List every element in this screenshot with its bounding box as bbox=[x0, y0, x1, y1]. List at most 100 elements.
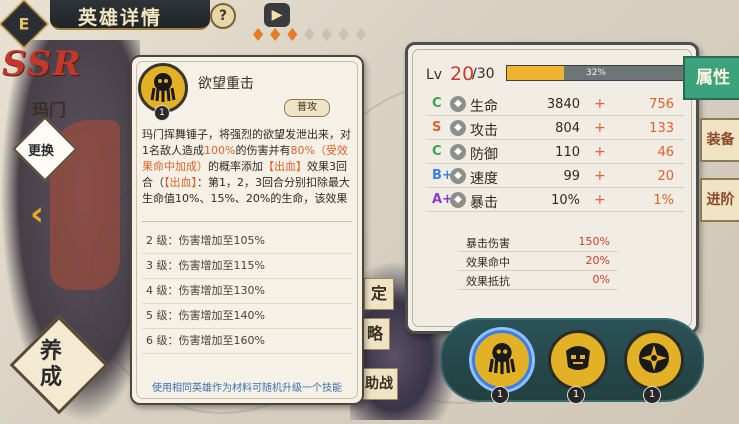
skill-desc-part: 的概率添加 bbox=[208, 160, 263, 173]
level-current: 20 bbox=[450, 63, 475, 85]
mask-skill-icon[interactable] bbox=[548, 330, 608, 390]
stat-name: 防御 bbox=[470, 147, 498, 163]
sub-stat-value: 20% bbox=[585, 254, 610, 267]
tab-equipment[interactable]: 装备 bbox=[700, 118, 739, 162]
skill-desc-part: 【出血】 bbox=[164, 176, 197, 189]
skill-level-badge: 1 bbox=[567, 386, 585, 404]
flame-star-icon: ♦ bbox=[250, 25, 267, 46]
octopus-skill-icon[interactable] bbox=[472, 330, 532, 390]
sub-stat-row: 效果命中 20% bbox=[458, 252, 618, 271]
level-label: Lv bbox=[426, 67, 443, 83]
skill-desc-part: 的伤害并有 bbox=[235, 144, 291, 157]
skill-detail-card: 1 欲望重击 普攻 玛门挥舞锤子，将强烈的欲望发泄出来，对1名敌人造成100%的… bbox=[130, 55, 364, 405]
skill-level-badge: 1 bbox=[154, 105, 170, 121]
stat-grade: C bbox=[432, 144, 442, 159]
sub-stat-name: 效果抵抗 bbox=[466, 275, 510, 288]
stat-row: C ◆ 生命 3840 +756 bbox=[426, 95, 684, 116]
sub-stat-value: 0% bbox=[592, 273, 610, 286]
stat-row: B+ ◆ 速度 99 +20 bbox=[426, 167, 684, 188]
stat-bonus: 133 bbox=[649, 121, 674, 136]
skill-level-badge: 1 bbox=[491, 386, 509, 404]
cross-skill-icon[interactable] bbox=[624, 330, 684, 390]
shield-icon: ◆ bbox=[450, 144, 466, 160]
top-bar: E 英雄详情 ? ▶ ♦♦♦♦♦♦♦ bbox=[0, 0, 739, 49]
stat-name: 生命 bbox=[470, 99, 498, 115]
skill-strip: 1 1 1 bbox=[440, 318, 704, 404]
skill-desc-part: 100% bbox=[204, 144, 236, 157]
skill-desc-part: 【出血】 bbox=[263, 160, 307, 173]
tab-advance[interactable]: 进阶 bbox=[700, 178, 739, 222]
stat-value: 804 bbox=[555, 121, 580, 136]
crit-icon: ◆ bbox=[450, 192, 466, 208]
side-tab-fix[interactable]: 定 bbox=[364, 278, 394, 310]
stat-row: C ◆ 防御 110 +46 bbox=[426, 143, 684, 164]
upgrade-item: 6 级：伤害增加至160% bbox=[142, 329, 352, 354]
upgrade-item: 2 级：伤害增加至105% bbox=[142, 229, 352, 254]
voice-play-button[interactable]: ▶ bbox=[264, 3, 290, 27]
upgrade-item: 3 级：伤害增加至115% bbox=[142, 254, 352, 279]
side-tab-strategy[interactable]: 略 bbox=[360, 318, 390, 350]
stat-grade: A+ bbox=[432, 192, 453, 207]
flame-star-icon: ♦ bbox=[284, 25, 301, 46]
stat-name: 暴击 bbox=[470, 195, 498, 211]
skill-level-badge: 1 bbox=[643, 386, 661, 404]
stat-value: 110 bbox=[555, 145, 580, 160]
stat-grade: C bbox=[432, 96, 442, 111]
sub-stat-row: 效果抵抗 0% bbox=[458, 271, 618, 290]
stat-bonus: 20 bbox=[657, 169, 674, 184]
stat-name: 速度 bbox=[470, 171, 498, 187]
stat-value: 10% bbox=[551, 193, 580, 208]
hero-name: 玛门 bbox=[32, 101, 66, 121]
sword-icon: ◆ bbox=[450, 120, 466, 136]
skill-description: 玛门挥舞锤子，将强烈的欲望发泄出来，对1名敌人造成100%的伤害并有80%（受效… bbox=[142, 127, 354, 207]
stat-value: 99 bbox=[563, 169, 580, 184]
stat-plus: + bbox=[594, 120, 606, 136]
stat-bonus: 756 bbox=[649, 97, 674, 112]
flame-star-icon: ♦ bbox=[335, 25, 352, 46]
help-button[interactable]: ? bbox=[210, 3, 236, 29]
stat-grade: B+ bbox=[432, 168, 453, 183]
divider bbox=[142, 221, 352, 222]
upgrade-item: 5 级：伤害增加至140% bbox=[142, 304, 352, 329]
tab-attributes[interactable]: 属性 bbox=[683, 56, 739, 100]
change-hero-label[interactable]: 更换 bbox=[28, 140, 54, 159]
stat-plus: + bbox=[594, 192, 606, 208]
stat-bonus: 1% bbox=[653, 193, 674, 208]
stat-row: A+ ◆ 暴击 10% +1% bbox=[426, 191, 684, 212]
sub-stats: 暴击伤害 150% 效果命中 20% 效果抵抗 0% bbox=[458, 229, 648, 293]
stat-row: S ◆ 攻击 804 +133 bbox=[426, 119, 684, 140]
stat-bonus: 46 bbox=[657, 145, 674, 160]
skill-name: 欲望重击 bbox=[198, 76, 254, 92]
stat-plus: + bbox=[594, 96, 606, 112]
sub-stat-value: 150% bbox=[578, 235, 610, 248]
back-icon: E bbox=[18, 14, 30, 34]
xp-bar: 32% bbox=[506, 65, 686, 81]
prev-hero-arrow-icon[interactable]: ‹ bbox=[30, 196, 52, 232]
xp-percent: 32% bbox=[585, 68, 606, 78]
rarity-badge: SSR bbox=[2, 44, 82, 84]
sub-stat-row: 暴击伤害 150% bbox=[458, 233, 618, 252]
upgrade-list: 2 级：伤害增加至105% 3 级：伤害增加至115% 4 级：伤害增加至130… bbox=[142, 229, 352, 354]
train-label[interactable]: 养成 bbox=[40, 338, 80, 390]
skill-type-tag: 普攻 bbox=[284, 99, 330, 117]
heart-icon: ◆ bbox=[450, 96, 466, 112]
stat-plus: + bbox=[594, 144, 606, 160]
star-rating: ♦♦♦♦♦♦♦ bbox=[250, 25, 370, 49]
stat-name: 攻击 bbox=[470, 123, 498, 139]
stat-value: 3840 bbox=[546, 97, 580, 112]
level-max: /30 bbox=[472, 66, 495, 82]
stat-grade: S bbox=[432, 120, 442, 135]
flame-star-icon: ♦ bbox=[352, 25, 369, 46]
stat-plus: + bbox=[594, 168, 606, 184]
flame-star-icon: ♦ bbox=[267, 25, 284, 46]
skill-upgrade-hint: 使用相同英雄作为材料可随机升级一个技能 bbox=[152, 383, 342, 394]
flame-star-icon: ♦ bbox=[301, 25, 318, 46]
side-tab-assist[interactable]: 助战 bbox=[360, 368, 398, 400]
page-title: 英雄详情 bbox=[78, 7, 163, 29]
upgrade-item: 4 级：伤害增加至130% bbox=[142, 279, 352, 304]
sub-stat-name: 效果命中 bbox=[466, 256, 510, 269]
flame-star-icon: ♦ bbox=[318, 25, 335, 46]
speed-icon: ◆ bbox=[450, 168, 466, 184]
sub-stat-name: 暴击伤害 bbox=[466, 237, 510, 250]
stats-panel: Lv 20 /30 32% C ◆ 生命 3840 +756 S ◆ 攻击 804 +133 C ◆ 防… bbox=[405, 42, 699, 334]
